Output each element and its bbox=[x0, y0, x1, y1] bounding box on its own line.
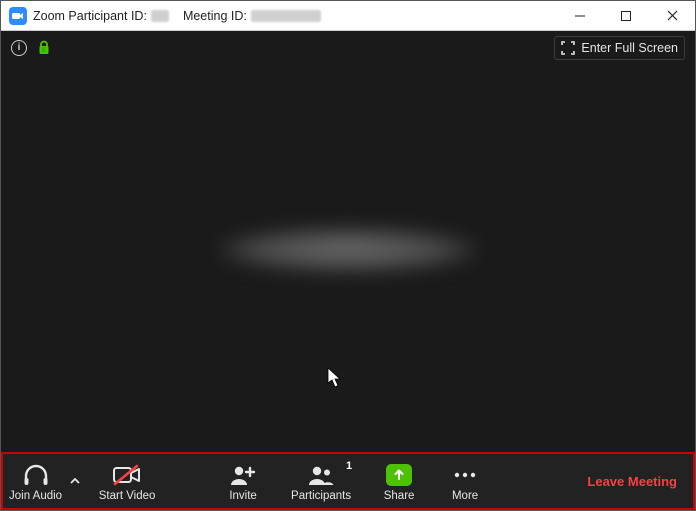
leave-meeting-button[interactable]: Leave Meeting bbox=[571, 454, 693, 508]
meeting-id-label: Meeting ID: bbox=[183, 9, 247, 23]
meeting-toolbar: Join Audio Start Video Invite 1 Particip… bbox=[1, 452, 695, 510]
more-label: More bbox=[452, 490, 478, 502]
meeting-info-bar: i E Enter Full Screen bbox=[1, 31, 695, 65]
start-video-button[interactable]: Start Video bbox=[84, 454, 170, 508]
share-button[interactable]: Share bbox=[366, 454, 432, 508]
encryption-lock-icon[interactable]: E bbox=[37, 40, 51, 56]
zoom-app-icon bbox=[9, 7, 27, 25]
participant-id-value-redacted bbox=[151, 10, 169, 22]
participant-name-redacted bbox=[218, 226, 478, 272]
headphones-icon bbox=[22, 463, 50, 487]
mouse-cursor-icon bbox=[327, 367, 343, 389]
leave-meeting-label: Leave Meeting bbox=[587, 474, 677, 489]
participants-icon bbox=[306, 463, 336, 487]
join-audio-label: Join Audio bbox=[9, 490, 62, 502]
meeting-id-value-redacted bbox=[251, 10, 321, 22]
participant-id-label: Zoom Participant ID: bbox=[33, 9, 147, 23]
more-icon bbox=[453, 463, 477, 487]
join-audio-button[interactable]: Join Audio bbox=[3, 454, 66, 508]
enter-fullscreen-button[interactable]: Enter Full Screen bbox=[554, 36, 685, 60]
fullscreen-label: Enter Full Screen bbox=[581, 41, 678, 55]
invite-button[interactable]: Invite bbox=[210, 454, 276, 508]
title-bar: Zoom Participant ID: Meeting ID: bbox=[1, 1, 695, 31]
window-maximize-button[interactable] bbox=[603, 1, 649, 31]
window-close-button[interactable] bbox=[649, 1, 695, 31]
participants-count: 1 bbox=[346, 460, 352, 472]
share-screen-icon bbox=[386, 464, 412, 486]
invite-icon bbox=[229, 463, 257, 487]
chevron-up-icon bbox=[70, 478, 80, 484]
window-title: Zoom Participant ID: Meeting ID: bbox=[33, 9, 321, 23]
audio-options-caret[interactable] bbox=[66, 454, 84, 508]
meeting-info-icon[interactable]: i bbox=[11, 40, 27, 56]
invite-label: Invite bbox=[229, 490, 257, 502]
participants-label: Participants bbox=[291, 490, 351, 502]
video-camera-off-icon bbox=[112, 463, 142, 487]
share-label: Share bbox=[384, 490, 415, 502]
start-video-label: Start Video bbox=[99, 490, 156, 502]
participants-button[interactable]: 1 Participants bbox=[276, 454, 366, 508]
more-button[interactable]: More bbox=[432, 454, 498, 508]
window-minimize-button[interactable] bbox=[557, 1, 603, 31]
zoom-window: Zoom Participant ID: Meeting ID: i E Ent… bbox=[0, 0, 696, 511]
fullscreen-icon bbox=[561, 41, 575, 55]
svg-text:E: E bbox=[42, 48, 46, 54]
video-area bbox=[1, 65, 695, 452]
